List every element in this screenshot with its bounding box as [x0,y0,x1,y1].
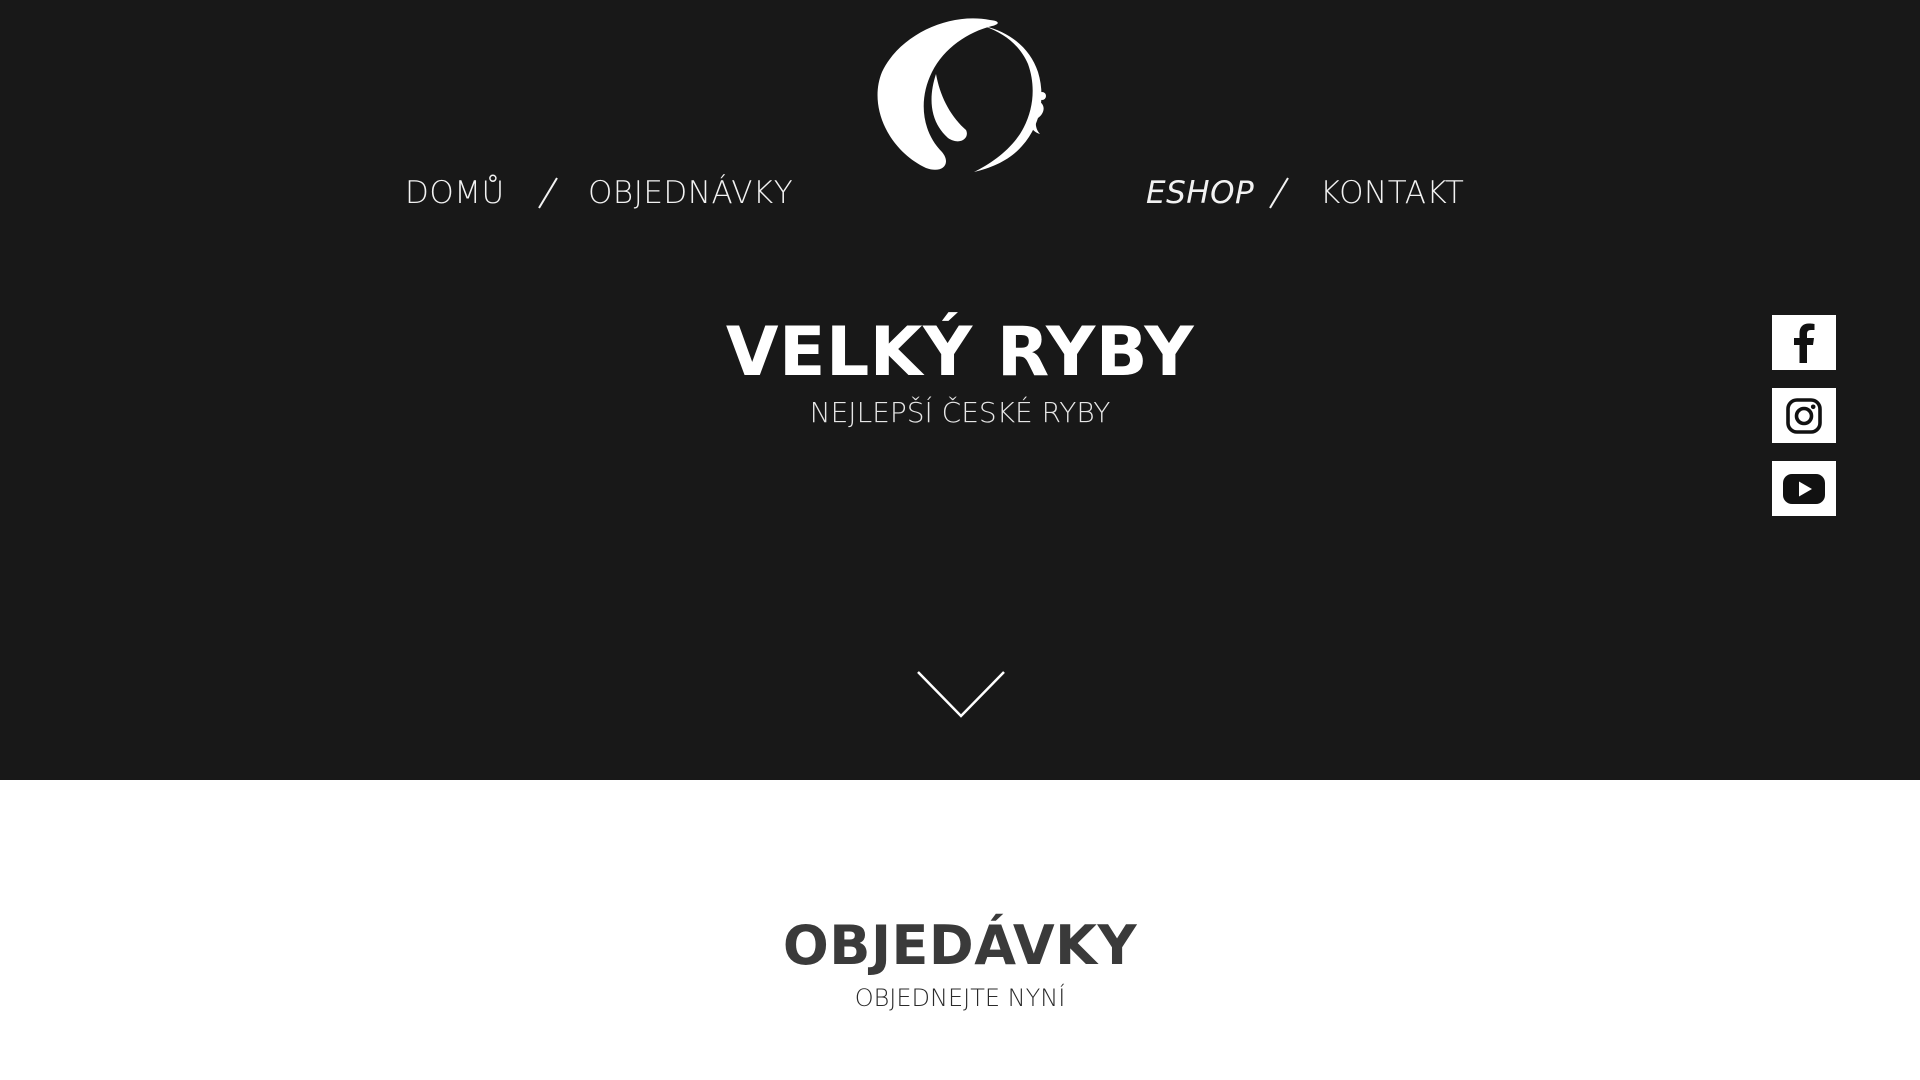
fish-logo[interactable] [870,14,1048,174]
hero-section: DOMŮ OBJEDNÁVKY ESHOP KONTAKT VELKÝ RYBY… [0,0,1920,780]
nav-separator [538,177,558,209]
hero-title: VELKÝ RYBY [725,313,1195,392]
section-title: OBJEDÁVKY [782,914,1138,977]
nav-contact[interactable]: KONTAKT [1320,170,1464,216]
nav-home[interactable]: DOMŮ [405,170,505,216]
youtube-link[interactable] [1772,461,1836,516]
instagram-icon [1786,397,1822,434]
nav-orders[interactable]: OBJEDNÁVKY [588,170,793,216]
section-subtitle: OBJEDNEJTE NYNÍ [854,984,1066,1012]
instagram-link[interactable] [1772,388,1836,443]
chevron-down-icon[interactable] [916,670,1006,720]
nav-separator [1269,177,1289,209]
youtube-icon [1783,473,1825,504]
nav-eshop[interactable]: ESHOP [1146,170,1254,216]
facebook-link[interactable] [1772,315,1836,370]
hero-subtitle: NEJLEPŠÍ ČESKÉ RYBY [809,396,1111,429]
facebook-icon [1794,323,1815,363]
